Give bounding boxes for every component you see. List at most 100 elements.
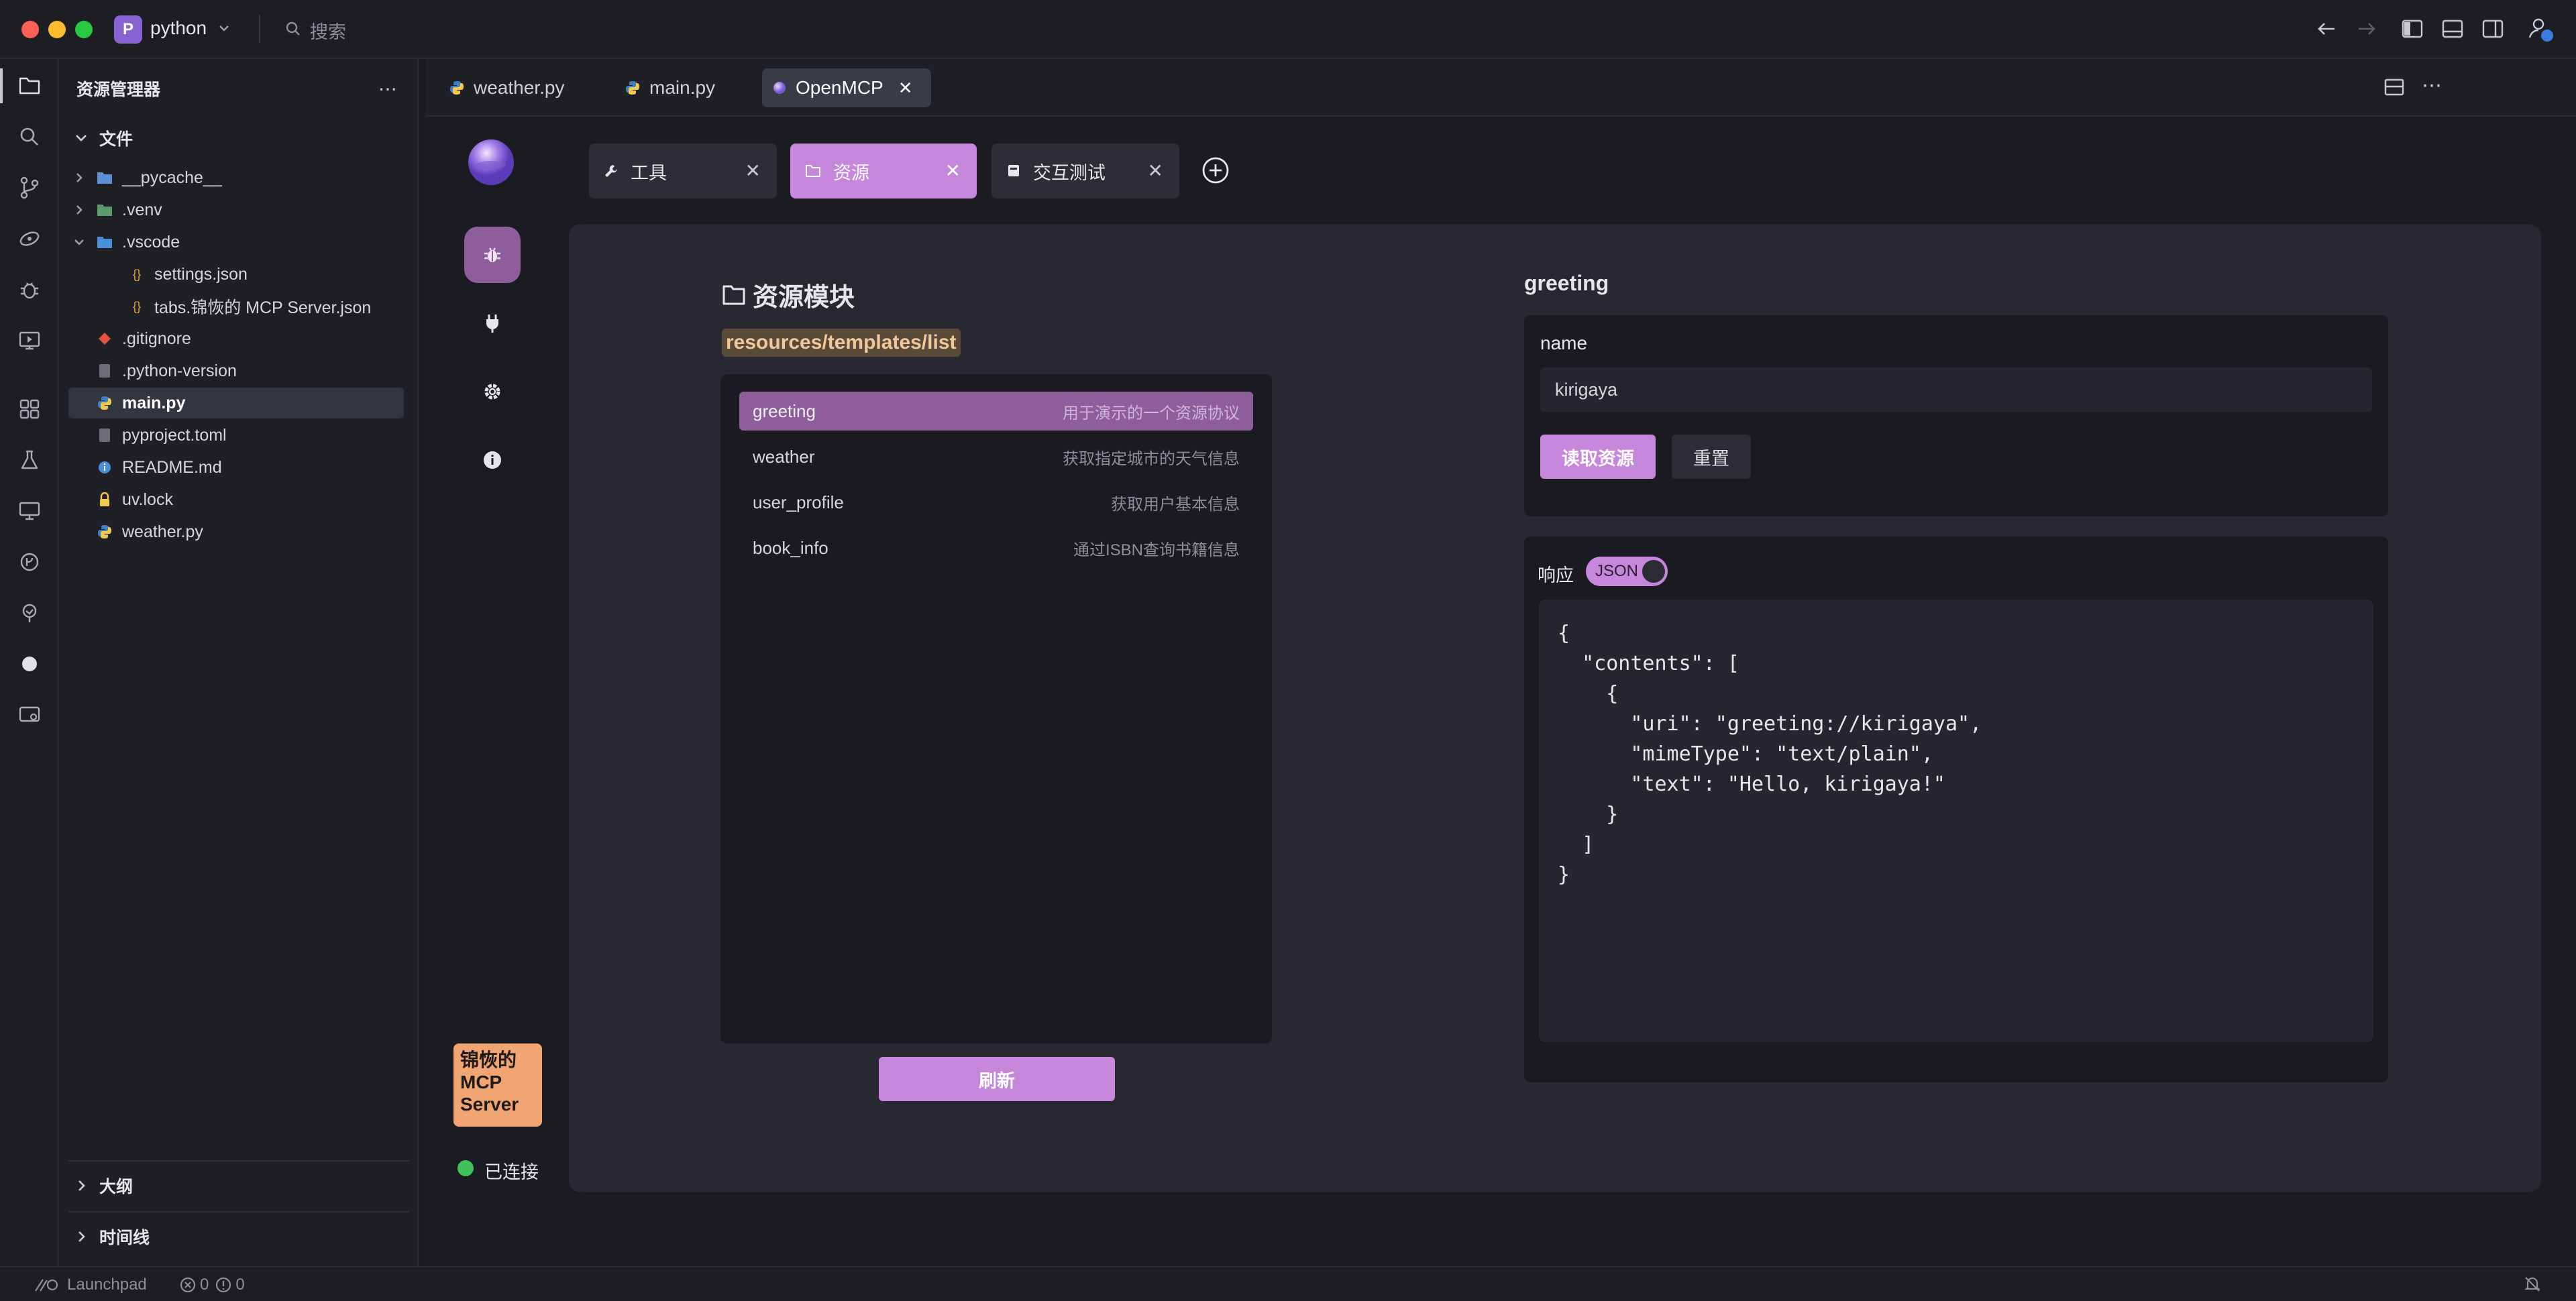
tree-item-venv[interactable]: .venv bbox=[68, 194, 404, 225]
debug-nav-button[interactable] bbox=[464, 227, 521, 283]
tree-item-label: .venv bbox=[122, 200, 162, 219]
module-tab-interaction-test[interactable]: 交互测试 ✕ bbox=[991, 144, 1179, 199]
screen-icon[interactable] bbox=[12, 697, 47, 732]
tree-item-weather-py[interactable]: weather.py bbox=[68, 516, 404, 547]
openmcp-logo bbox=[467, 138, 515, 186]
files-icon[interactable] bbox=[12, 68, 47, 103]
notifications-muted-icon[interactable] bbox=[2524, 1276, 2541, 1293]
tree-item-pycache[interactable]: __pycache__ bbox=[68, 162, 404, 193]
resource-item-book-info[interactable]: book_info 通过ISBN查询书籍信息 bbox=[739, 528, 1253, 567]
connect-nav-button[interactable] bbox=[464, 295, 521, 351]
param-name-input[interactable]: kirigaya bbox=[1540, 367, 2372, 412]
resource-name: weather bbox=[753, 446, 815, 467]
folder-icon bbox=[722, 285, 745, 304]
resource-item-user-profile[interactable]: user_profile 获取用户基本信息 bbox=[739, 483, 1253, 522]
toggle-primary-sidebar-icon[interactable] bbox=[2402, 19, 2423, 39]
tab-label: main.py bbox=[649, 77, 716, 98]
section-files-label: 文件 bbox=[99, 130, 133, 149]
close-tab-icon[interactable]: ✕ bbox=[745, 160, 761, 182]
chevron-down-icon[interactable] bbox=[217, 21, 231, 35]
split-editor-icon[interactable] bbox=[2384, 78, 2404, 97]
tree-item-pyproject[interactable]: pyproject.toml bbox=[68, 420, 404, 451]
activity-bar bbox=[0, 59, 59, 1266]
tree-item-label: weather.py bbox=[122, 522, 203, 541]
tree-item-label: settings.json bbox=[154, 264, 248, 284]
section-outline-header[interactable]: 大纲 bbox=[74, 1174, 133, 1198]
forward-arrow-icon[interactable] bbox=[2356, 19, 2377, 39]
testing-icon[interactable] bbox=[12, 443, 47, 477]
close-window-button[interactable] bbox=[21, 21, 39, 38]
toggle-panel-icon[interactable] bbox=[2442, 19, 2463, 39]
launchpad-item[interactable]: Launchpad bbox=[34, 1276, 147, 1294]
tree-item-python-version[interactable]: .python-version bbox=[68, 355, 404, 386]
close-tab-icon[interactable]: ✕ bbox=[945, 160, 961, 182]
run-icon[interactable] bbox=[12, 323, 47, 358]
resource-item-greeting[interactable]: greeting 用于演示的一个资源协议 bbox=[739, 392, 1253, 431]
status-bar: Launchpad 0 0 bbox=[0, 1266, 2576, 1301]
tree-icon[interactable] bbox=[12, 596, 47, 630]
extensions-icon[interactable] bbox=[12, 392, 47, 427]
minimize-window-button[interactable] bbox=[48, 21, 66, 38]
module-tab-label: 资源 bbox=[833, 162, 869, 183]
tab-openmcp[interactable]: OpenMCP ✕ bbox=[762, 68, 931, 107]
folder-icon bbox=[97, 202, 113, 218]
chevron-down-icon bbox=[76, 135, 87, 142]
title-divider bbox=[259, 15, 260, 43]
tree-item-settings-json[interactable]: {} settings.json bbox=[68, 259, 404, 290]
tree-item-main-py[interactable]: main.py bbox=[68, 388, 404, 418]
maximize-window-button[interactable] bbox=[75, 21, 93, 38]
source-control-icon[interactable] bbox=[12, 170, 47, 205]
read-resource-button[interactable]: 读取资源 bbox=[1540, 435, 1656, 479]
section-timeline-label: 时间线 bbox=[99, 1229, 150, 1247]
remote-explorer-icon[interactable] bbox=[12, 494, 47, 528]
divider bbox=[68, 1211, 409, 1212]
close-tab-icon[interactable]: ✕ bbox=[1148, 160, 1163, 182]
module-tab-label: 工具 bbox=[631, 162, 667, 183]
toggle-secondary-sidebar-icon[interactable] bbox=[2482, 19, 2504, 39]
tree-item-label: .python-version bbox=[122, 361, 237, 380]
settings-nav-button[interactable] bbox=[464, 363, 521, 420]
module-tab-resources[interactable]: 资源 ✕ bbox=[790, 144, 977, 199]
response-label: 响应 bbox=[1538, 565, 1574, 585]
section-timeline-header[interactable]: 时间线 bbox=[74, 1225, 150, 1249]
resource-name: greeting bbox=[753, 400, 816, 421]
tab-main-py[interactable]: main.py bbox=[614, 68, 726, 107]
debug-icon[interactable] bbox=[12, 272, 47, 307]
resource-desc: 用于演示的一个资源协议 bbox=[1063, 404, 1240, 422]
more-actions-icon[interactable]: ⋯ bbox=[2422, 74, 2442, 97]
explorer-title: 资源管理器 bbox=[76, 80, 161, 99]
tree-item-tabs-json[interactable]: {} tabs.锦恢的 MCP Server.json bbox=[68, 291, 404, 322]
search-icon[interactable] bbox=[12, 119, 47, 154]
tree-item-label: main.py bbox=[122, 393, 186, 412]
account-icon[interactable] bbox=[2528, 16, 2555, 43]
back-arrow-icon[interactable] bbox=[2316, 19, 2337, 39]
github-icon[interactable] bbox=[12, 545, 47, 579]
chat-icon bbox=[1008, 165, 1019, 176]
section-files-header[interactable]: 文件 bbox=[74, 126, 133, 150]
record-icon[interactable] bbox=[12, 646, 47, 681]
remote-icon[interactable] bbox=[12, 221, 47, 256]
add-tab-icon[interactable] bbox=[1201, 156, 1230, 185]
about-nav-button[interactable] bbox=[464, 432, 521, 488]
command-search-input[interactable]: 搜索 bbox=[310, 17, 346, 44]
resource-item-weather[interactable]: weather 获取指定城市的天气信息 bbox=[739, 437, 1253, 476]
module-tab-label: 交互测试 bbox=[1033, 162, 1106, 183]
search-icon[interactable] bbox=[284, 20, 302, 38]
tree-item-vscode[interactable]: .vscode bbox=[68, 227, 404, 258]
reset-button[interactable]: 重置 bbox=[1672, 435, 1751, 479]
tree-item-gitignore[interactable]: .gitignore bbox=[68, 323, 404, 354]
module-tab-tools[interactable]: 工具 ✕ bbox=[589, 144, 777, 199]
close-tab-icon[interactable]: ✕ bbox=[898, 78, 913, 99]
refresh-button[interactable]: 刷新 bbox=[879, 1057, 1115, 1101]
tree-item-label: README.md bbox=[122, 457, 222, 477]
tree-item-readme[interactable]: README.md bbox=[68, 452, 404, 483]
project-avatar[interactable]: P bbox=[114, 15, 142, 44]
lock-icon bbox=[97, 492, 113, 508]
connected-status-dot bbox=[458, 1160, 474, 1176]
more-actions-icon[interactable]: ⋯ bbox=[378, 78, 397, 100]
tree-item-uv-lock[interactable]: uv.lock bbox=[68, 484, 404, 515]
tab-weather-py[interactable]: weather.py bbox=[439, 68, 575, 107]
project-name[interactable]: python bbox=[150, 17, 207, 39]
server-badge[interactable]: 锦恢的 MCP Server bbox=[453, 1043, 542, 1127]
problems-item[interactable]: 0 0 bbox=[180, 1276, 245, 1294]
